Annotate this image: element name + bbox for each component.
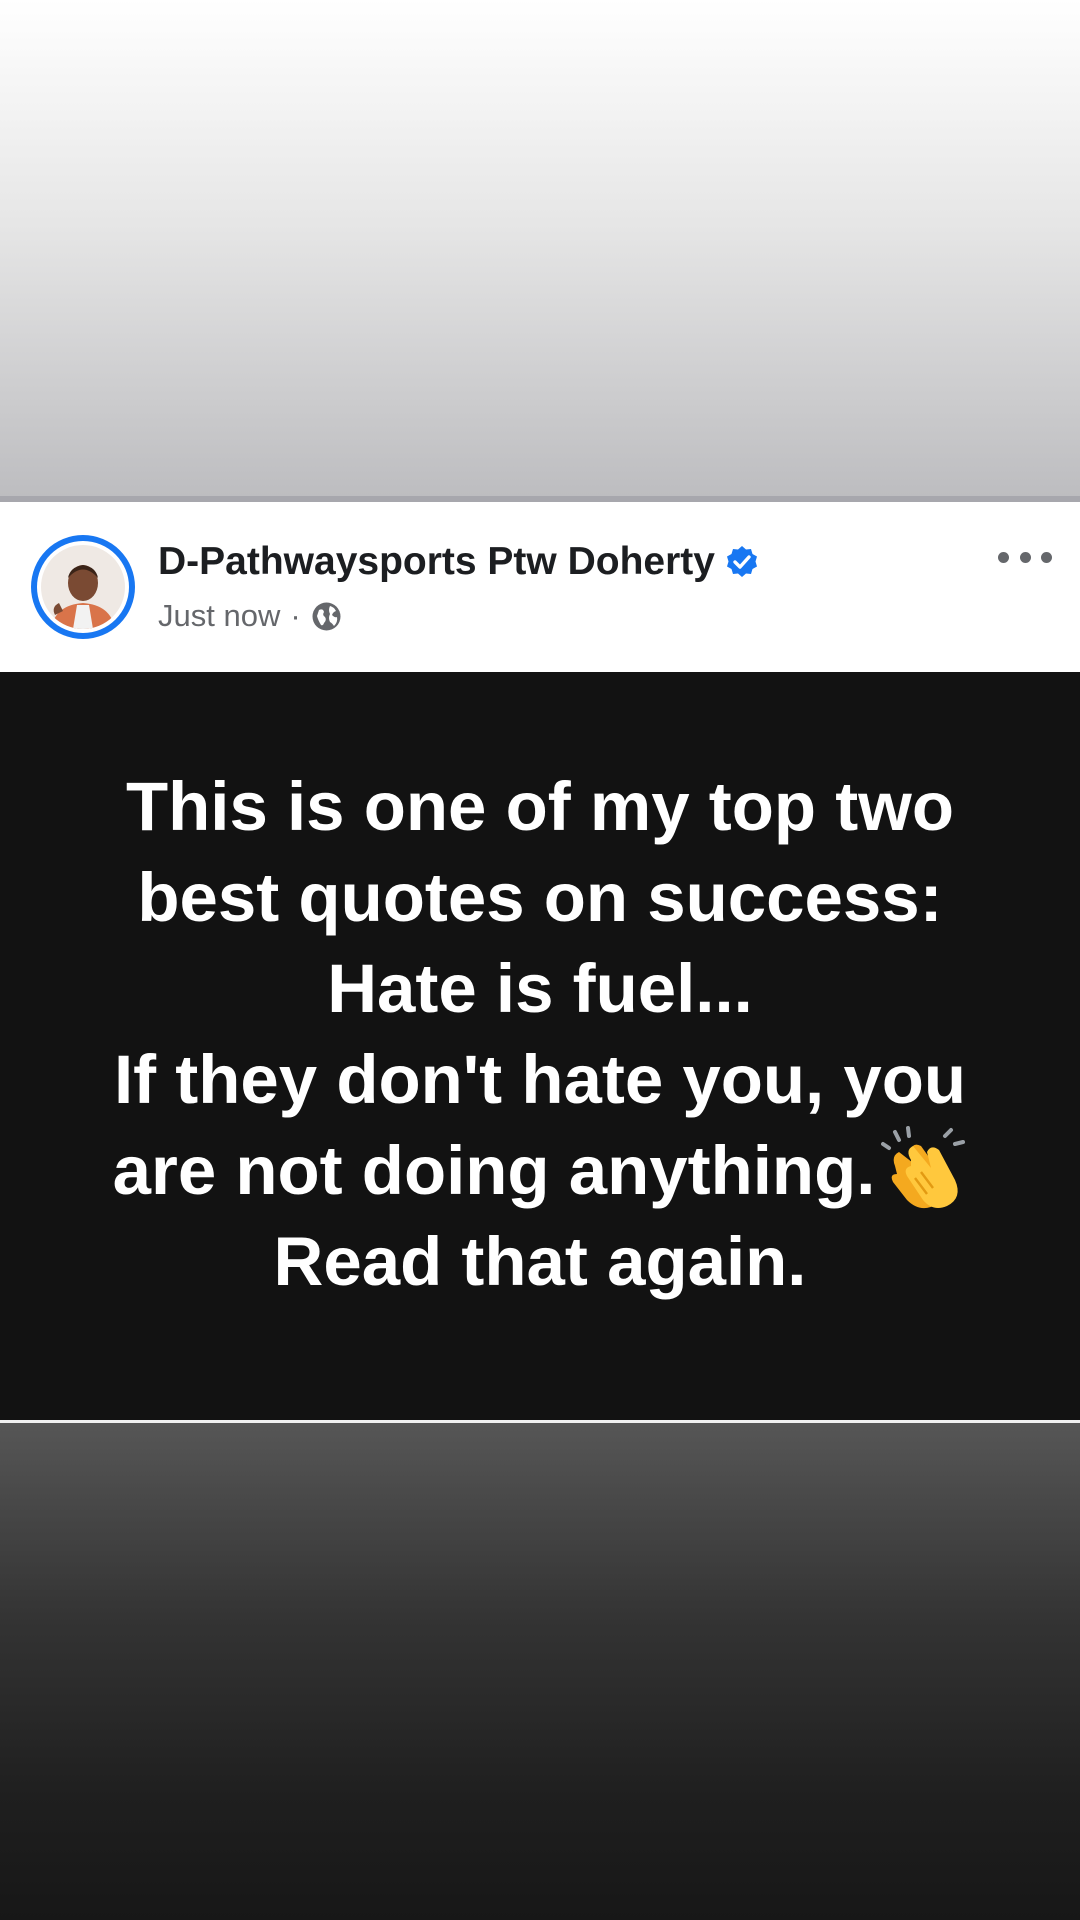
bottom-background: [0, 1423, 1080, 1920]
quote-line: are not doing anything.: [112, 1132, 876, 1209]
top-background: [0, 0, 1080, 496]
story-viewer: D-Pathwaysports Ptw Doherty Just now · T…: [0, 0, 1080, 1920]
quote-line: Hate is fuel...: [327, 950, 753, 1027]
quote-text: This is one of my top two best quotes on…: [40, 761, 1040, 1307]
profile-photo-graphic: [41, 545, 125, 629]
quote-card: This is one of my top two best quotes on…: [0, 672, 1080, 1420]
quote-line: This is one of my top two: [126, 768, 954, 845]
author-name[interactable]: D-Pathwaysports Ptw Doherty: [158, 540, 715, 584]
post-meta: Just now ·: [158, 594, 342, 638]
quote-line-with-emoji: are not doing anything.: [40, 1125, 1040, 1216]
quote-line: Read that again.: [273, 1223, 807, 1300]
profile-photo: [41, 545, 125, 629]
avatar[interactable]: [31, 535, 135, 639]
more-options-icon: [998, 551, 1009, 563]
author-row: D-Pathwaysports Ptw Doherty: [158, 536, 760, 588]
verified-badge-icon: [724, 544, 760, 580]
post-timestamp[interactable]: Just now: [158, 598, 280, 634]
clapping-hands-emoji: [881, 1126, 967, 1212]
post-header: D-Pathwaysports Ptw Doherty Just now ·: [0, 502, 1080, 672]
globe-icon: [311, 601, 342, 632]
quote-line: best quotes on success:: [137, 859, 943, 936]
quote-line: If they don't hate you, you: [113, 1041, 967, 1118]
more-options-button[interactable]: [998, 542, 1052, 572]
meta-separator: ·: [290, 598, 301, 633]
